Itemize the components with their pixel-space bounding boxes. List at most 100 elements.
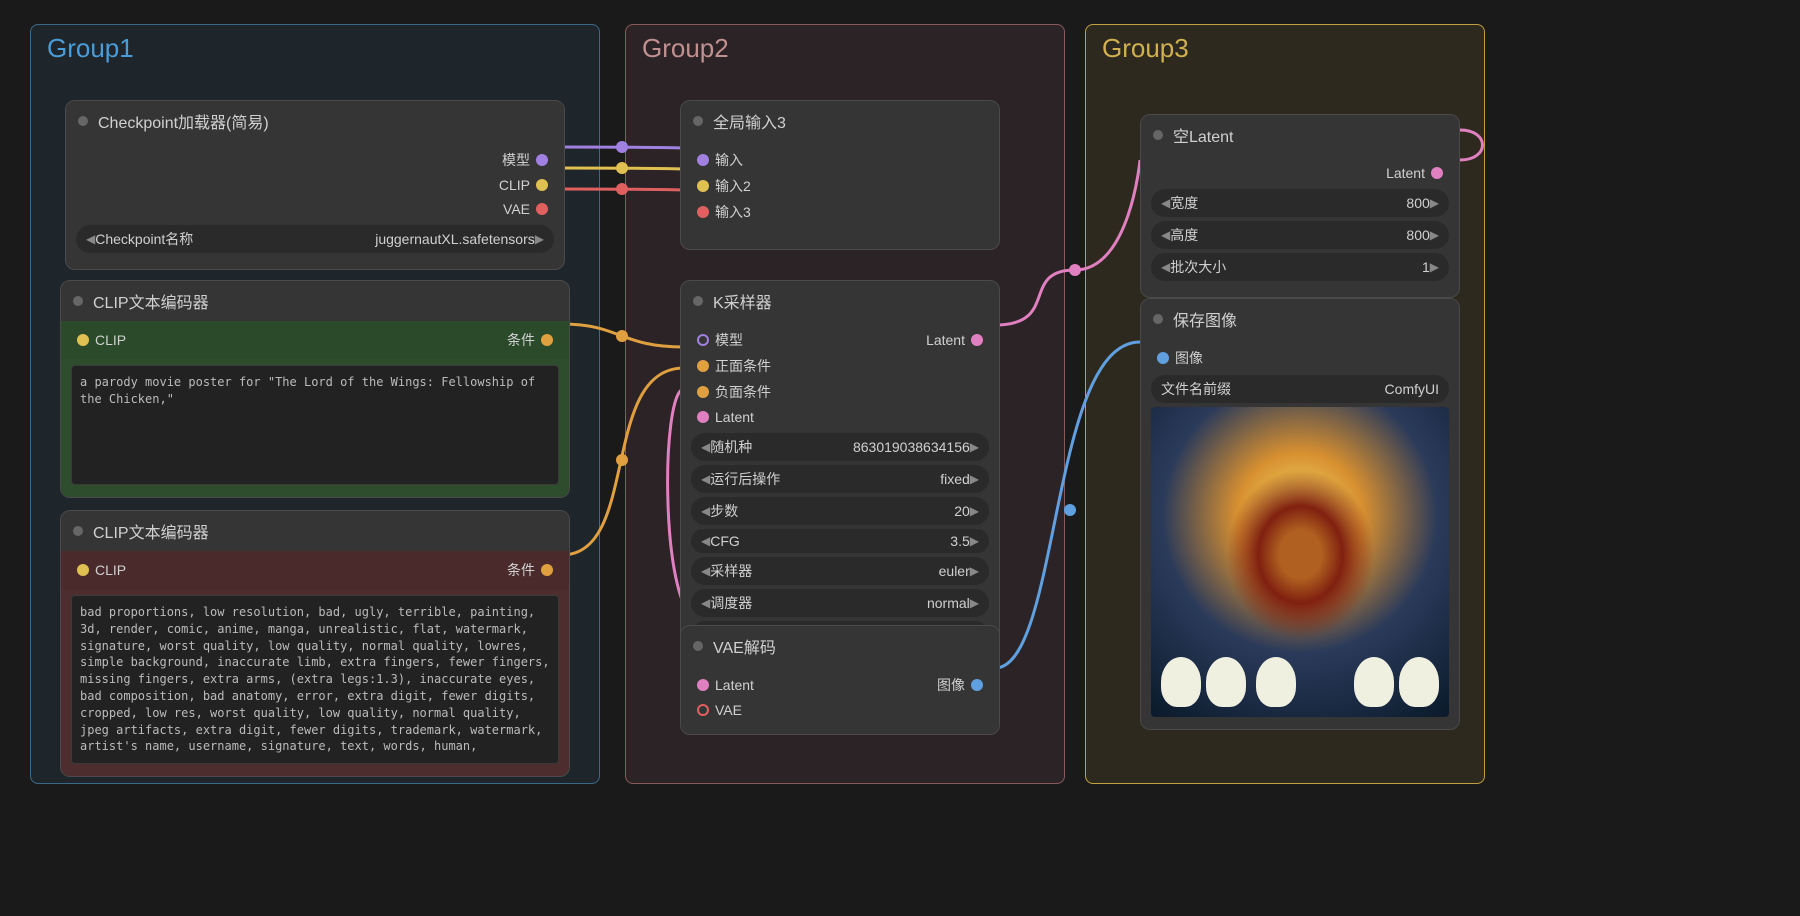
chevron-left-icon[interactable]: ◀ bbox=[701, 564, 710, 578]
node-header[interactable]: VAE解码 bbox=[681, 626, 999, 666]
save-image-node[interactable]: 保存图像 图像 文件名前缀ComfyUI bbox=[1140, 298, 1460, 730]
port-icon[interactable] bbox=[971, 679, 983, 691]
chevron-left-icon[interactable]: ◀ bbox=[86, 232, 95, 246]
port-icon[interactable] bbox=[697, 386, 709, 398]
port-icon[interactable] bbox=[536, 203, 548, 215]
input-clip[interactable]: CLIP bbox=[71, 328, 126, 352]
node-header[interactable]: 空Latent bbox=[1141, 115, 1459, 155]
port-icon[interactable] bbox=[697, 180, 709, 192]
collapse-icon[interactable] bbox=[78, 116, 88, 126]
chevron-left-icon[interactable]: ◀ bbox=[701, 596, 710, 610]
node-header[interactable]: CLIP文本编码器 bbox=[61, 281, 569, 321]
chevron-right-icon[interactable]: ▶ bbox=[1430, 228, 1439, 242]
seed-field[interactable]: ◀随机种863019038634156▶ bbox=[691, 433, 989, 461]
port-icon[interactable] bbox=[77, 334, 89, 346]
scheduler-field[interactable]: ◀调度器normal▶ bbox=[691, 589, 989, 617]
input-model[interactable]: 模型 bbox=[691, 327, 743, 353]
input-positive[interactable]: 正面条件 bbox=[691, 353, 989, 379]
port-icon[interactable] bbox=[541, 564, 553, 576]
chevron-left-icon[interactable]: ◀ bbox=[1161, 260, 1170, 274]
node-header[interactable]: Checkpoint加载器(简易) bbox=[66, 101, 564, 141]
sampler-field[interactable]: ◀采样器euler▶ bbox=[691, 557, 989, 585]
node-header[interactable]: 全局输入3 bbox=[681, 101, 999, 141]
checkpoint-name-field[interactable]: ◀Checkpoint名称juggernautXL.safetensors▶ bbox=[76, 225, 554, 253]
output-model[interactable]: 模型 bbox=[76, 147, 554, 173]
steps-field[interactable]: ◀步数20▶ bbox=[691, 497, 989, 525]
clip-encode-positive-node[interactable]: CLIP文本编码器 CLIP 条件 a parody movie poster … bbox=[60, 280, 570, 498]
port-icon[interactable] bbox=[697, 704, 709, 716]
collapse-icon[interactable] bbox=[693, 116, 703, 126]
output-conditioning[interactable]: 条件 bbox=[507, 327, 559, 353]
chevron-right-icon[interactable]: ▶ bbox=[970, 534, 979, 548]
chevron-left-icon[interactable]: ◀ bbox=[701, 472, 710, 486]
chevron-left-icon[interactable]: ◀ bbox=[1161, 228, 1170, 242]
ksampler-node[interactable]: K采样器 模型 Latent 正面条件 负面条件 Latent ◀随机种8630… bbox=[680, 280, 1000, 666]
clip-encode-negative-node[interactable]: CLIP文本编码器 CLIP 条件 bad proportions, low r… bbox=[60, 510, 570, 777]
port-icon[interactable] bbox=[697, 334, 709, 346]
node-header[interactable]: K采样器 bbox=[681, 281, 999, 321]
checkpoint-loader-node[interactable]: Checkpoint加载器(简易) 模型 CLIP VAE ◀Checkpoin… bbox=[65, 100, 565, 270]
vae-decode-node[interactable]: VAE解码 Latent 图像 VAE bbox=[680, 625, 1000, 735]
width-field[interactable]: ◀宽度800▶ bbox=[1151, 189, 1449, 217]
chevron-right-icon[interactable]: ▶ bbox=[535, 232, 544, 246]
input-clip[interactable]: CLIP bbox=[71, 558, 126, 582]
collapse-icon[interactable] bbox=[693, 641, 703, 651]
chevron-right-icon[interactable]: ▶ bbox=[1430, 196, 1439, 210]
port-icon[interactable] bbox=[541, 334, 553, 346]
output-clip[interactable]: CLIP bbox=[76, 173, 554, 197]
input-1[interactable]: 输入 bbox=[691, 147, 989, 173]
port-icon[interactable] bbox=[697, 679, 709, 691]
collapse-icon[interactable] bbox=[1153, 314, 1163, 324]
global-input-node[interactable]: 全局输入3 输入 输入2 输入3 bbox=[680, 100, 1000, 250]
collapse-icon[interactable] bbox=[73, 526, 83, 536]
port-icon[interactable] bbox=[697, 206, 709, 218]
node-header[interactable]: CLIP文本编码器 bbox=[61, 511, 569, 551]
node-header[interactable]: 保存图像 bbox=[1141, 299, 1459, 339]
port-icon[interactable] bbox=[697, 411, 709, 423]
input-latent[interactable]: Latent bbox=[691, 405, 989, 429]
prompt-textarea[interactable]: a parody movie poster for "The Lord of t… bbox=[71, 365, 559, 485]
chevron-left-icon[interactable]: ◀ bbox=[701, 504, 710, 518]
input-2[interactable]: 输入2 bbox=[691, 173, 989, 199]
input-vae[interactable]: VAE bbox=[691, 698, 989, 722]
chevron-right-icon[interactable]: ▶ bbox=[970, 596, 979, 610]
group-1-title: Group1 bbox=[31, 25, 599, 72]
input-image[interactable]: 图像 bbox=[1151, 345, 1449, 371]
output-image-preview bbox=[1151, 407, 1449, 717]
batch-field[interactable]: ◀批次大小1▶ bbox=[1151, 253, 1449, 281]
height-field[interactable]: ◀高度800▶ bbox=[1151, 221, 1449, 249]
input-latent[interactable]: Latent bbox=[691, 672, 754, 698]
chevron-right-icon[interactable]: ▶ bbox=[970, 564, 979, 578]
output-vae[interactable]: VAE bbox=[76, 197, 554, 221]
input-negative[interactable]: 负面条件 bbox=[691, 379, 989, 405]
output-latent[interactable]: Latent bbox=[1151, 161, 1449, 185]
chevron-right-icon[interactable]: ▶ bbox=[970, 504, 979, 518]
chevron-right-icon[interactable]: ▶ bbox=[1430, 260, 1439, 274]
empty-latent-node[interactable]: 空Latent Latent ◀宽度800▶ ◀高度800▶ ◀批次大小1▶ bbox=[1140, 114, 1460, 298]
output-conditioning[interactable]: 条件 bbox=[507, 557, 559, 583]
cfg-field[interactable]: ◀CFG3.5▶ bbox=[691, 529, 989, 553]
output-latent[interactable]: Latent bbox=[926, 327, 989, 353]
chevron-right-icon[interactable]: ▶ bbox=[970, 472, 979, 486]
collapse-icon[interactable] bbox=[73, 296, 83, 306]
node-title: 空Latent bbox=[1173, 123, 1234, 147]
port-icon[interactable] bbox=[536, 179, 548, 191]
collapse-icon[interactable] bbox=[693, 296, 703, 306]
port-icon[interactable] bbox=[971, 334, 983, 346]
chevron-right-icon[interactable]: ▶ bbox=[970, 440, 979, 454]
port-icon[interactable] bbox=[1431, 167, 1443, 179]
chevron-left-icon[interactable]: ◀ bbox=[701, 534, 710, 548]
output-image[interactable]: 图像 bbox=[937, 672, 989, 698]
port-icon[interactable] bbox=[536, 154, 548, 166]
control-after-field[interactable]: ◀运行后操作fixed▶ bbox=[691, 465, 989, 493]
port-icon[interactable] bbox=[697, 360, 709, 372]
filename-prefix-field[interactable]: 文件名前缀ComfyUI bbox=[1151, 375, 1449, 403]
prompt-textarea[interactable]: bad proportions, low resolution, bad, ug… bbox=[71, 595, 559, 764]
port-icon[interactable] bbox=[1157, 352, 1169, 364]
chevron-left-icon[interactable]: ◀ bbox=[701, 440, 710, 454]
collapse-icon[interactable] bbox=[1153, 130, 1163, 140]
port-icon[interactable] bbox=[697, 154, 709, 166]
port-icon[interactable] bbox=[77, 564, 89, 576]
input-3[interactable]: 输入3 bbox=[691, 199, 989, 225]
chevron-left-icon[interactable]: ◀ bbox=[1161, 196, 1170, 210]
